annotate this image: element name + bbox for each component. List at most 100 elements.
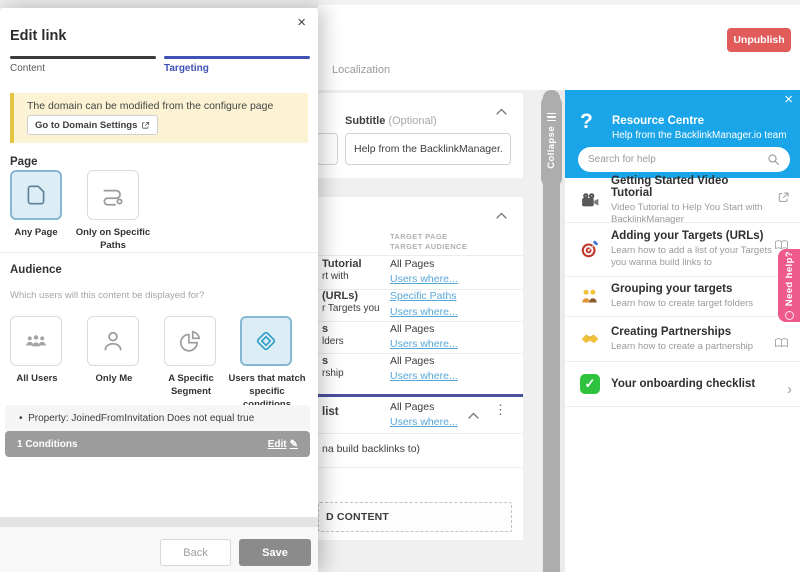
column-header-target-page: TARGET PAGE: [390, 232, 447, 241]
search-icon: [767, 153, 780, 166]
help-item-title: Your onboarding checklist: [611, 378, 772, 390]
collapse-section-button[interactable]: [494, 205, 509, 224]
page-option-label: Any Page: [0, 227, 76, 240]
table-row-title: Tutorial: [322, 258, 362, 270]
target-audience-link[interactable]: Users where...: [390, 273, 458, 285]
checklist-icon: ✓: [580, 374, 600, 394]
target-page-value: All Pages: [390, 258, 434, 270]
target-audience-link[interactable]: Users where...: [390, 338, 458, 350]
pie-chart-icon: [177, 328, 203, 354]
collapse-section-button[interactable]: [494, 101, 509, 120]
save-button[interactable]: Save: [239, 539, 311, 566]
book-icon: [775, 338, 788, 348]
table-row-title: s: [322, 355, 328, 367]
chevron-up-icon: [496, 108, 507, 115]
collapse-label: Collapse: [546, 126, 557, 169]
page-option-specific-paths[interactable]: [87, 170, 139, 220]
edit-link-modal-body: × Edit link Content Targeting The domain…: [0, 8, 318, 517]
target-page-value: All Pages: [390, 401, 434, 413]
page-option-label: Only on Specific Paths: [73, 227, 153, 253]
conditions-block: • Property: JoinedFromInvitation Does no…: [5, 405, 310, 457]
tab-targeting-indicator: [164, 56, 310, 59]
edit-label: Edit: [268, 439, 287, 450]
back-button[interactable]: Back: [160, 539, 231, 566]
resource-centre-title: Resource Centre: [612, 115, 704, 127]
target-page-value: All Pages: [390, 355, 434, 367]
audience-question: Which users will this content be display…: [10, 290, 204, 301]
row-divider: [318, 321, 523, 322]
resource-centre-subtitle: Help from the BacklinkManager.io team: [612, 130, 787, 141]
list-item-onboarding-checklist[interactable]: ✓ Your onboarding checklist: [565, 362, 800, 407]
search-input[interactable]: [588, 154, 767, 165]
audience-option-segment[interactable]: [164, 316, 216, 366]
tab-localization[interactable]: Localization: [332, 64, 390, 76]
external-link-icon: [141, 121, 150, 130]
conditions-count: 1 Conditions: [17, 439, 78, 450]
need-help-label: Need help?: [784, 251, 795, 306]
active-row-divider: [318, 394, 523, 397]
people-group-icon: [580, 288, 599, 305]
audience-option-only-me[interactable]: [87, 316, 139, 366]
target-page-link[interactable]: Specific Paths: [390, 290, 457, 302]
tab-content-indicator: [10, 56, 156, 59]
resource-centre-panel: × ? Resource Centre Help from the Backli…: [565, 90, 800, 572]
page-option-any-page[interactable]: [10, 170, 62, 220]
collapse-row-button[interactable]: [466, 405, 481, 424]
users-group-icon: [24, 333, 48, 349]
row-menu-button[interactable]: ⋮: [494, 402, 507, 418]
subtitle-input[interactable]: [345, 133, 511, 165]
table-row-subtitle: lders: [322, 336, 344, 347]
help-item-description: Learn how to create a partnership: [611, 341, 772, 353]
modal-title: Edit link: [10, 28, 66, 44]
subtitle-field-label: Subtitle (Optional): [345, 115, 437, 127]
diamond-icon: [253, 328, 279, 354]
open-external-button[interactable]: [777, 191, 790, 207]
subtitle-card: Subtitle (Optional): [318, 93, 523, 178]
audience-section-title: Audience: [10, 264, 62, 276]
audience-option-conditions[interactable]: [240, 316, 292, 366]
list-item-adding-targets[interactable]: Adding your Targets (URLs) Learn how to …: [565, 223, 800, 277]
target-audience-link[interactable]: Users where...: [390, 370, 458, 382]
question-mark-icon: ?: [580, 110, 593, 134]
add-content-button[interactable]: D CONTENT: [318, 502, 512, 532]
audience-option-all-users[interactable]: [10, 316, 62, 366]
resource-centre-header: × ? Resource Centre Help from the Backli…: [565, 90, 800, 178]
help-search-box[interactable]: [578, 147, 790, 172]
collapse-panel-button[interactable]: Collapse: [541, 95, 562, 187]
pencil-icon: ✎: [290, 439, 298, 450]
title-input-partial[interactable]: [316, 133, 338, 165]
table-row-subtitle: rt with: [322, 271, 349, 282]
chevron-up-icon: [496, 212, 507, 219]
domain-notice: The domain can be modified from the conf…: [10, 93, 308, 143]
list-item-getting-started[interactable]: Getting Started Video Tutorial Video Tut…: [565, 178, 800, 223]
open-article-button[interactable]: [775, 336, 788, 351]
close-icon[interactable]: ×: [784, 91, 793, 108]
row-divider: [318, 433, 523, 434]
go-to-domain-settings-button[interactable]: Go to Domain Settings: [27, 115, 158, 135]
list-item-creating-partnerships[interactable]: Creating Partnerships Learn how to creat…: [565, 317, 800, 362]
help-item-title: Creating Partnerships: [611, 326, 772, 338]
list-item-grouping-targets[interactable]: Grouping your targets Learn how to creat…: [565, 277, 800, 317]
edit-conditions-button[interactable]: Edit ✎: [268, 439, 298, 450]
section-divider: [0, 252, 318, 253]
screen: Unpublish Localization Subtitle (Optiona…: [0, 0, 800, 572]
tab-targeting[interactable]: Targeting: [164, 63, 209, 74]
row-divider: [318, 255, 523, 256]
unpublish-button[interactable]: Unpublish: [727, 28, 791, 52]
grip-icon: [547, 113, 556, 122]
dart-target-icon: [580, 240, 599, 259]
go-to-domain-settings-label: Go to Domain Settings: [35, 120, 137, 131]
expanded-row-title: list: [322, 406, 339, 418]
help-item-title: Adding your Targets (URLs): [611, 230, 772, 242]
target-audience-link[interactable]: Users where...: [390, 306, 458, 318]
help-item-title: Getting Started Video Tutorial: [611, 175, 772, 199]
close-icon[interactable]: ×: [297, 14, 306, 31]
need-help-badge[interactable]: Need help?: [778, 249, 800, 322]
tab-content[interactable]: Content: [10, 63, 45, 74]
subtitle-optional-text: (Optional): [388, 115, 436, 127]
help-item-title: Grouping your targets: [611, 283, 772, 295]
bullet-icon: •: [19, 413, 23, 424]
edit-link-modal: × Edit link Content Targeting The domain…: [0, 8, 318, 572]
chevron-right-icon[interactable]: ›: [787, 382, 792, 397]
target-audience-link[interactable]: Users where...: [390, 416, 458, 428]
